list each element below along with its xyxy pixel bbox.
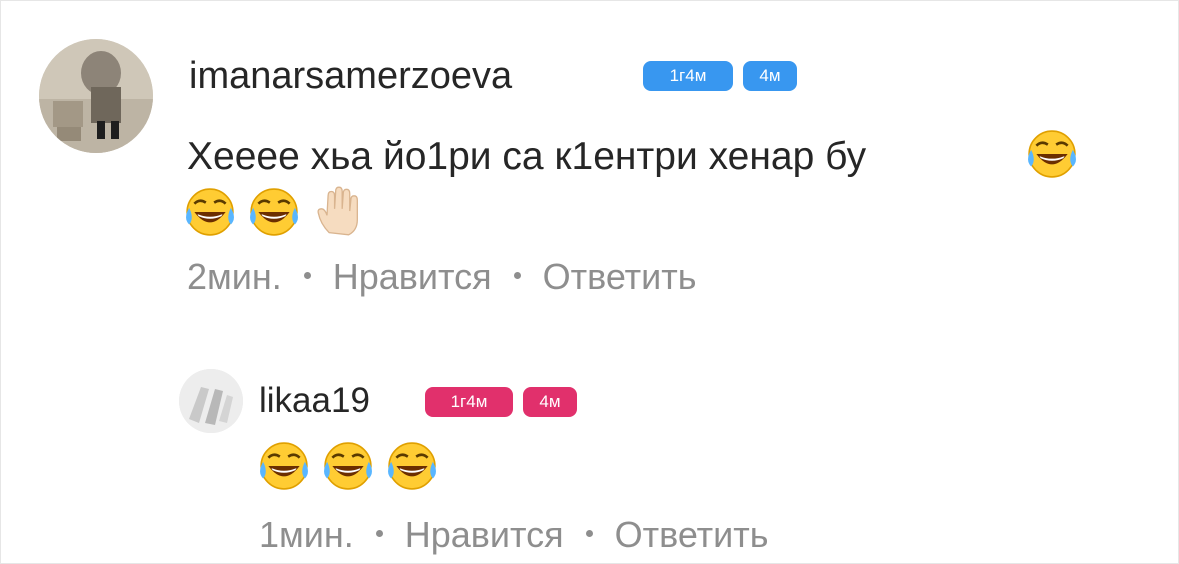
reply-button[interactable]: Ответить	[615, 514, 769, 555]
like-button[interactable]: Нравится	[405, 514, 564, 555]
comment-time: 2мин.	[187, 256, 282, 297]
face-with-tears-of-joy-icon	[387, 441, 437, 491]
comment-username[interactable]: imanarsamerzoeva	[189, 57, 512, 95]
comment-meta: 1мин. Нравится Ответить	[259, 517, 769, 553]
avatar-photo	[179, 369, 243, 433]
like-button[interactable]: Нравится	[333, 256, 492, 297]
face-with-tears-of-joy-icon	[259, 441, 309, 491]
time-badge: 4м	[743, 61, 797, 91]
face-with-tears-of-joy-icon	[185, 187, 235, 237]
avatar[interactable]	[39, 39, 153, 153]
face-with-tears-of-joy-icon	[323, 441, 373, 491]
separator-dot	[375, 529, 383, 537]
raised-hand-icon	[317, 186, 358, 236]
face-with-tears-of-joy-icon	[1027, 129, 1077, 179]
avatar[interactable]	[179, 369, 243, 433]
comment-meta: 2мин. Нравится Ответить	[187, 259, 697, 295]
avatar-photo	[39, 39, 153, 153]
time-badge: 4м	[523, 387, 577, 417]
comment-text: Хееее хьа йо1ри са к1ентри хенар бу	[187, 135, 867, 178]
separator-dot	[513, 271, 521, 279]
separator-dot	[585, 529, 593, 537]
comment-time: 1мин.	[259, 514, 354, 555]
face-with-tears-of-joy-icon	[249, 187, 299, 237]
comment-username[interactable]: likaa19	[259, 383, 370, 418]
account-age-badge: 1г4м	[425, 387, 513, 417]
separator-dot	[303, 271, 311, 279]
comments-panel: imanarsamerzoeva 1г4м 4м Хееее хьа йо1ри…	[0, 0, 1179, 564]
account-age-badge: 1г4м	[643, 61, 733, 91]
reply-button[interactable]: Ответить	[543, 256, 697, 297]
